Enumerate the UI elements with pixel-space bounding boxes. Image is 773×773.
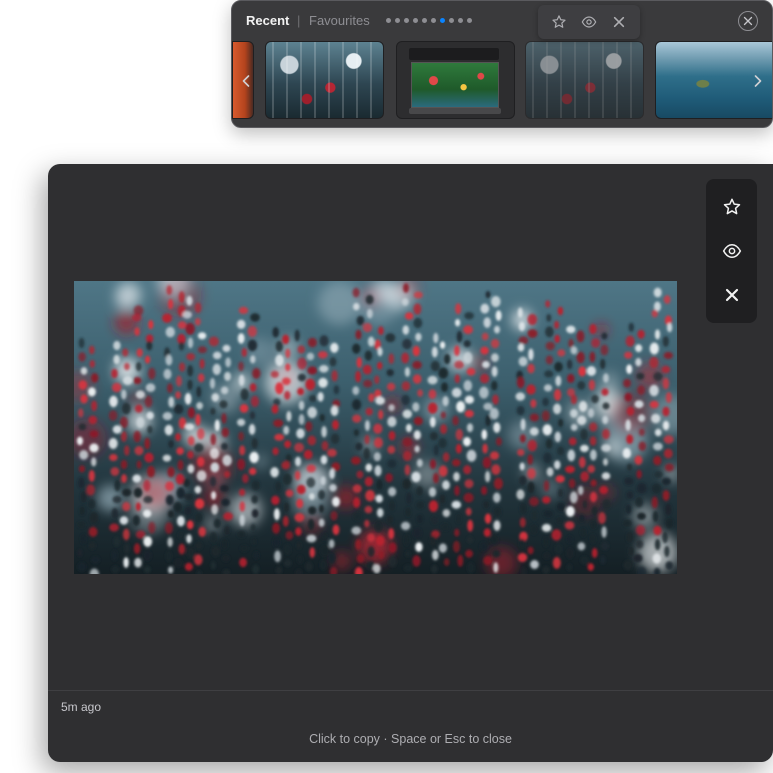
preview-card[interactable]: 5m ago Click to copy · Space or Esc to c… xyxy=(48,164,773,762)
chevron-right-icon xyxy=(754,75,762,87)
thumbnail-row xyxy=(232,41,772,119)
screenshot-footer xyxy=(409,108,501,114)
delete-button[interactable] xyxy=(608,11,630,33)
keyboard-hint: Click to copy · Space or Esc to close xyxy=(309,732,512,746)
favourite-button[interactable] xyxy=(548,11,570,33)
preview-button[interactable] xyxy=(578,11,600,33)
close-icon xyxy=(725,288,738,302)
thumbnail-flowers[interactable] xyxy=(265,41,384,119)
screenshot-image xyxy=(411,62,499,108)
eye-icon xyxy=(581,16,597,28)
page-indicator xyxy=(386,18,472,24)
thumbnail-screenshot[interactable] xyxy=(396,41,515,119)
tab-recent[interactable]: Recent xyxy=(246,13,289,28)
tab-separator: | xyxy=(297,13,301,28)
page-dot[interactable] xyxy=(431,18,436,23)
scroll-left-button[interactable] xyxy=(237,59,255,103)
thumbnail-flowers-selected[interactable] xyxy=(525,41,644,119)
page-dot[interactable] xyxy=(386,18,391,23)
star-icon xyxy=(723,198,740,215)
screenshot-title-bar xyxy=(409,48,499,60)
close-icon xyxy=(613,16,625,28)
clipboard-history-strip: Recent | Favourites xyxy=(231,0,773,128)
thumbnail-hover-actions xyxy=(538,5,640,39)
page-dot[interactable] xyxy=(413,18,418,23)
page-dot[interactable] xyxy=(440,18,445,23)
quick-look-button[interactable] xyxy=(717,236,747,266)
star-icon xyxy=(552,15,566,28)
page-dot[interactable] xyxy=(467,18,472,23)
footer-divider xyxy=(48,690,773,691)
tab-favourites[interactable]: Favourites xyxy=(309,13,370,28)
page-dot[interactable] xyxy=(404,18,409,23)
preview-image[interactable] xyxy=(74,281,677,574)
page-dot[interactable] xyxy=(449,18,454,23)
page-dot[interactable] xyxy=(395,18,400,23)
close-icon xyxy=(743,16,753,26)
strip-header: Recent | Favourites xyxy=(232,1,772,41)
page-dot[interactable] xyxy=(458,18,463,23)
page-dot[interactable] xyxy=(422,18,427,23)
flowers-photo xyxy=(74,281,677,574)
favourite-button[interactable] xyxy=(717,192,747,222)
chevron-left-icon xyxy=(242,75,250,87)
scroll-right-button[interactable] xyxy=(749,59,767,103)
close-strip-button[interactable] xyxy=(738,11,758,31)
delete-button[interactable] xyxy=(717,280,747,310)
copied-timestamp: 5m ago xyxy=(61,700,102,714)
preview-actions xyxy=(706,179,757,323)
eye-icon xyxy=(722,243,741,259)
